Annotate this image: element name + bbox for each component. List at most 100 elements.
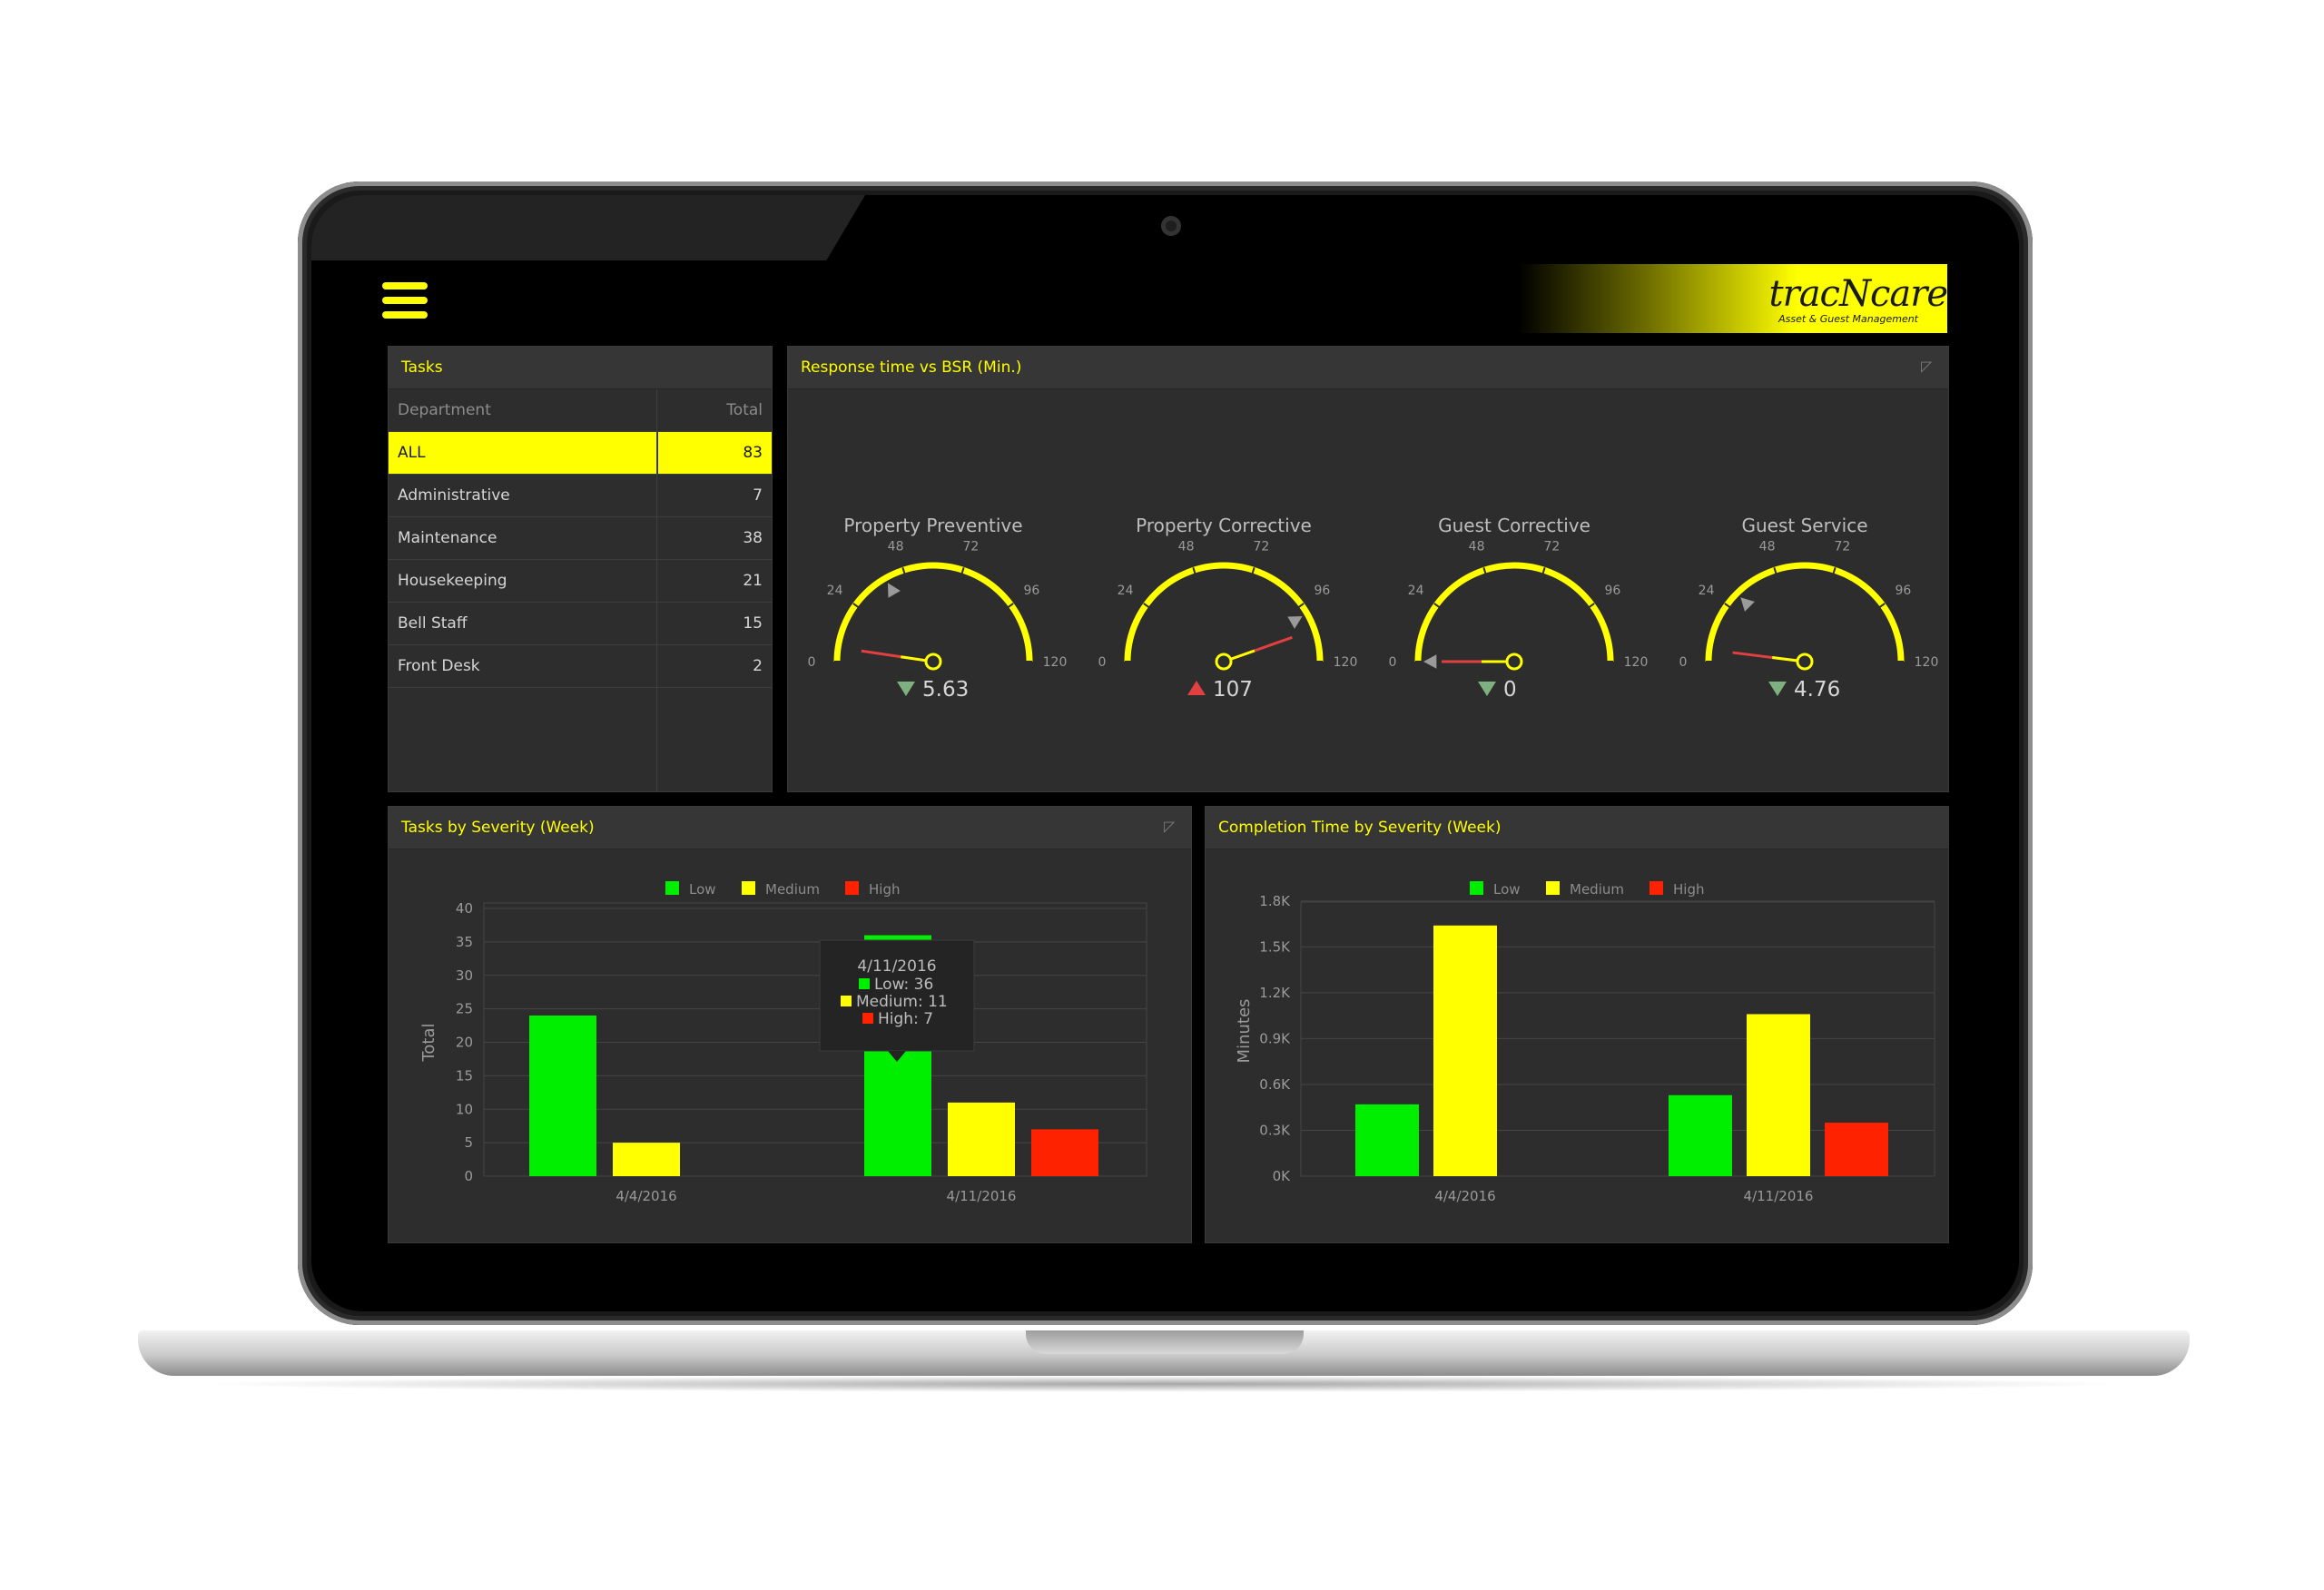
- gauge-title: Guest Corrective: [1438, 515, 1590, 536]
- gauge-tick-label: 48: [888, 540, 904, 555]
- y-tick-label: 35: [456, 934, 473, 950]
- department-total: 2: [753, 657, 763, 675]
- legend-label: Low: [689, 881, 716, 898]
- tooltip-swatch: [859, 978, 870, 989]
- bar[interactable]: [1355, 1104, 1419, 1176]
- gauge-hub: [1215, 653, 1233, 671]
- webcam: [1161, 216, 1181, 236]
- gauge-tick-label: 96: [1314, 584, 1330, 598]
- table-row[interactable]: Maintenance 38: [389, 517, 772, 560]
- bar[interactable]: [1433, 925, 1497, 1176]
- y-tick-label: 0.6K: [1259, 1076, 1291, 1093]
- gauge-tick-label: 0: [1389, 655, 1397, 670]
- department-total: 15: [743, 614, 763, 633]
- legend-swatch: [665, 881, 679, 895]
- legend-label: Medium: [1570, 881, 1624, 898]
- tasks-by-severity-panel: Tasks by Severity (Week) ◸ Low Medium High…: [388, 806, 1192, 1243]
- y-tick-label: 1.2K: [1259, 985, 1291, 1001]
- pin-icon[interactable]: ◸: [1164, 820, 1178, 834]
- legend-swatch: [1546, 881, 1560, 895]
- table-header: Department Total: [389, 389, 772, 432]
- gauge-target-marker: [1423, 654, 1437, 669]
- gauge-value: 107: [1213, 678, 1253, 702]
- column-header-department: Department: [398, 401, 491, 419]
- gauge-target-marker: [1740, 597, 1755, 612]
- bar[interactable]: [613, 1143, 680, 1176]
- table-row[interactable]: Front Desk 2: [389, 645, 772, 688]
- legend-swatch: [1470, 881, 1483, 895]
- gauge-tick-label: 96: [1895, 584, 1911, 598]
- tasks-by-severity-title: Tasks by Severity (Week) ◸: [389, 807, 1191, 849]
- tooltip-line: Medium: 11: [856, 993, 948, 1011]
- y-tick-label: 0.3K: [1259, 1122, 1291, 1138]
- y-tick-label: 1.5K: [1259, 938, 1291, 955]
- legend-swatch: [1649, 881, 1663, 895]
- department-name: Front Desk: [398, 657, 480, 675]
- bar[interactable]: [529, 1016, 596, 1176]
- gauge: Property Preventive 0 24 48 72 96 120 5.63: [808, 515, 1068, 702]
- department-name: ALL: [398, 444, 426, 462]
- bar[interactable]: [1031, 1129, 1098, 1176]
- gauge: Property Corrective 0 24 48 72 96 120 107: [1098, 515, 1358, 702]
- legend-label: High: [869, 881, 900, 898]
- trend-down-icon: [1478, 682, 1496, 696]
- bar[interactable]: [1825, 1123, 1888, 1176]
- gauge-arc: [833, 562, 1033, 662]
- legend-swatch: [742, 881, 755, 895]
- gauge-tick-label: 24: [1118, 584, 1134, 598]
- laptop-notch: [1026, 1330, 1304, 1354]
- y-tick-label: 25: [456, 1001, 473, 1017]
- chart-legend: Low Medium High: [1470, 881, 1704, 898]
- tasks-by-severity-chart: Low Medium High 0 5 10 15 20 25 30 35 40 Total 4/4/20…: [419, 881, 1147, 1204]
- gauge-tick-label: 24: [1699, 584, 1715, 598]
- response-panel-title: Response time vs BSR (Min.) ◸: [788, 347, 1948, 389]
- gauge-target-marker: [888, 583, 901, 598]
- bar[interactable]: [1747, 1014, 1810, 1176]
- department-name: Bell Staff: [398, 614, 468, 633]
- y-axis-label: Minutes: [1235, 999, 1254, 1064]
- brand-logo: tracNcare Asset & Guest Management: [1519, 264, 1948, 333]
- gauge-tick-label: 72: [1253, 540, 1269, 555]
- column-divider: [656, 389, 657, 791]
- y-tick-label: 15: [456, 1067, 473, 1084]
- brand-name: tracNcare: [1768, 273, 1948, 315]
- tooltip-line: Low: 36: [874, 976, 933, 994]
- gauge-tick-label: 72: [962, 540, 979, 555]
- laptop-shadow: [191, 1376, 2133, 1392]
- gauge-tick-label: 72: [1543, 540, 1560, 555]
- bezel-glare: [311, 195, 865, 260]
- gauge-tick-label: 120: [1043, 655, 1068, 670]
- gauge-tick-label: 24: [1408, 584, 1424, 598]
- department-total: 38: [743, 529, 763, 547]
- table-row[interactable]: Housekeeping 21: [389, 560, 772, 603]
- gauge-target-marker: [1287, 616, 1303, 629]
- department-total: 7: [753, 486, 763, 505]
- legend-label: High: [1673, 881, 1704, 898]
- gauge-title: Guest Service: [1741, 515, 1867, 536]
- legend-label: Medium: [765, 881, 820, 898]
- bar[interactable]: [1669, 1094, 1732, 1176]
- bar[interactable]: [948, 1102, 1015, 1176]
- completion-time-title-text: Completion Time by Severity (Week): [1218, 819, 1502, 837]
- hamburger-icon[interactable]: [382, 282, 428, 319]
- chart-legend: Low Medium High: [665, 881, 900, 898]
- gauge-arc: [1705, 562, 1905, 662]
- x-tick-label: 4/11/2016: [947, 1188, 1017, 1204]
- tasks-panel: Tasks Department Total ALL 83 Administrati…: [388, 346, 773, 792]
- gauge-hub: [1505, 653, 1523, 671]
- gauge-hub: [1796, 653, 1814, 671]
- brand-subtitle: Asset & Guest Management: [1778, 313, 1918, 325]
- table-row[interactable]: ALL 83: [389, 432, 772, 475]
- gauge-tick-label: 96: [1023, 584, 1039, 598]
- legend-label: Low: [1493, 881, 1521, 898]
- gauge-arc: [1124, 562, 1324, 662]
- table-row[interactable]: Bell Staff 15: [389, 603, 772, 645]
- table-row[interactable]: Administrative 7: [389, 475, 772, 517]
- x-tick-label: 4/4/2016: [615, 1188, 676, 1204]
- column-header-total: Total: [726, 401, 763, 419]
- tasks-by-severity-title-text: Tasks by Severity (Week): [401, 819, 595, 837]
- pin-icon[interactable]: ◸: [1921, 359, 1935, 374]
- trend-down-icon: [1768, 682, 1787, 696]
- y-axis-label: Total: [419, 1023, 438, 1062]
- gauge-arc: [1414, 562, 1614, 662]
